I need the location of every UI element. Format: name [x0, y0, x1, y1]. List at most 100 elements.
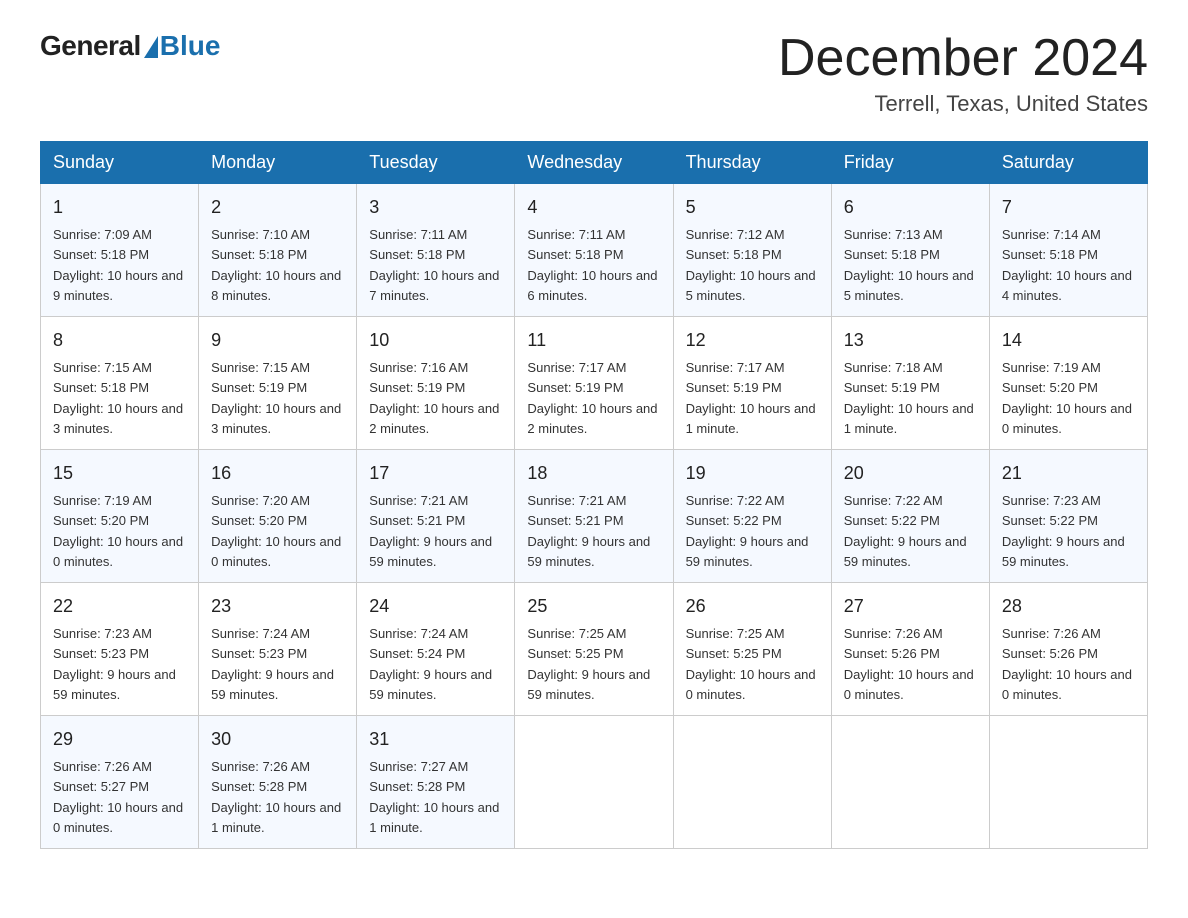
day-number: 28: [1002, 593, 1135, 620]
day-number: 30: [211, 726, 344, 753]
calendar-cell: 8 Sunrise: 7:15 AMSunset: 5:18 PMDaylight…: [41, 317, 199, 450]
day-number: 15: [53, 460, 186, 487]
day-detail: Sunrise: 7:19 AMSunset: 5:20 PMDaylight:…: [1002, 360, 1132, 436]
calendar-cell: [989, 716, 1147, 849]
day-number: 17: [369, 460, 502, 487]
day-detail: Sunrise: 7:26 AMSunset: 5:26 PMDaylight:…: [1002, 626, 1132, 702]
day-detail: Sunrise: 7:19 AMSunset: 5:20 PMDaylight:…: [53, 493, 183, 569]
day-number: 19: [686, 460, 819, 487]
day-number: 21: [1002, 460, 1135, 487]
title-block: December 2024 Terrell, Texas, United Sta…: [778, 30, 1148, 117]
calendar-cell: 19 Sunrise: 7:22 AMSunset: 5:22 PMDayligh…: [673, 450, 831, 583]
day-detail: Sunrise: 7:25 AMSunset: 5:25 PMDaylight:…: [686, 626, 816, 702]
calendar-cell: [831, 716, 989, 849]
logo-triangle-icon: [144, 36, 158, 58]
day-number: 10: [369, 327, 502, 354]
calendar-cell: 17 Sunrise: 7:21 AMSunset: 5:21 PMDayligh…: [357, 450, 515, 583]
calendar-cell: [515, 716, 673, 849]
day-number: 18: [527, 460, 660, 487]
day-number: 12: [686, 327, 819, 354]
calendar-cell: 20 Sunrise: 7:22 AMSunset: 5:22 PMDayligh…: [831, 450, 989, 583]
day-detail: Sunrise: 7:13 AMSunset: 5:18 PMDaylight:…: [844, 227, 974, 303]
calendar-cell: 15 Sunrise: 7:19 AMSunset: 5:20 PMDayligh…: [41, 450, 199, 583]
calendar-week-row: 1Sunrise: 7:09 AMSunset: 5:18 PMDaylight…: [41, 184, 1148, 317]
day-number: 31: [369, 726, 502, 753]
weekday-header-row: SundayMondayTuesdayWednesdayThursdayFrid…: [41, 142, 1148, 184]
day-detail: Sunrise: 7:24 AMSunset: 5:23 PMDaylight:…: [211, 626, 334, 702]
day-detail: Sunrise: 7:26 AMSunset: 5:27 PMDaylight:…: [53, 759, 183, 835]
weekday-header-friday: Friday: [831, 142, 989, 184]
day-number: 2: [211, 194, 344, 221]
day-detail: Sunrise: 7:11 AMSunset: 5:18 PMDaylight:…: [527, 227, 657, 303]
calendar-body: 1Sunrise: 7:09 AMSunset: 5:18 PMDaylight…: [41, 184, 1148, 849]
calendar-header: SundayMondayTuesdayWednesdayThursdayFrid…: [41, 142, 1148, 184]
calendar-cell: 7 Sunrise: 7:14 AMSunset: 5:18 PMDaylight…: [989, 184, 1147, 317]
logo: General Blue: [40, 30, 220, 62]
day-detail: Sunrise: 7:11 AMSunset: 5:18 PMDaylight:…: [369, 227, 499, 303]
calendar-cell: 21Sunrise: 7:23 AMSunset: 5:22 PMDayligh…: [989, 450, 1147, 583]
logo-general-text: General: [40, 30, 141, 62]
day-number: 14: [1002, 327, 1135, 354]
day-detail: Sunrise: 7:10 AMSunset: 5:18 PMDaylight:…: [211, 227, 341, 303]
day-detail: Sunrise: 7:22 AMSunset: 5:22 PMDaylight:…: [686, 493, 809, 569]
calendar-cell: 29 Sunrise: 7:26 AMSunset: 5:27 PMDayligh…: [41, 716, 199, 849]
weekday-header-wednesday: Wednesday: [515, 142, 673, 184]
calendar-cell: 6 Sunrise: 7:13 AMSunset: 5:18 PMDaylight…: [831, 184, 989, 317]
calendar-cell: [673, 716, 831, 849]
calendar-cell: 13 Sunrise: 7:18 AMSunset: 5:19 PMDayligh…: [831, 317, 989, 450]
calendar-cell: 11 Sunrise: 7:17 AMSunset: 5:19 PMDayligh…: [515, 317, 673, 450]
weekday-header-monday: Monday: [199, 142, 357, 184]
day-number: 13: [844, 327, 977, 354]
day-detail: Sunrise: 7:22 AMSunset: 5:22 PMDaylight:…: [844, 493, 967, 569]
day-detail: Sunrise: 7:21 AMSunset: 5:21 PMDaylight:…: [527, 493, 650, 569]
weekday-header-tuesday: Tuesday: [357, 142, 515, 184]
day-number: 8: [53, 327, 186, 354]
day-number: 27: [844, 593, 977, 620]
calendar-cell: 30 Sunrise: 7:26 AMSunset: 5:28 PMDayligh…: [199, 716, 357, 849]
day-number: 29: [53, 726, 186, 753]
day-number: 6: [844, 194, 977, 221]
day-detail: Sunrise: 7:15 AMSunset: 5:19 PMDaylight:…: [211, 360, 341, 436]
calendar-week-row: 22 Sunrise: 7:23 AMSunset: 5:23 PMDayligh…: [41, 583, 1148, 716]
month-title: December 2024: [778, 30, 1148, 87]
day-number: 1: [53, 194, 186, 221]
day-detail: Sunrise: 7:17 AMSunset: 5:19 PMDaylight:…: [527, 360, 657, 436]
day-detail: Sunrise: 7:15 AMSunset: 5:18 PMDaylight:…: [53, 360, 183, 436]
day-detail: Sunrise: 7:26 AMSunset: 5:28 PMDaylight:…: [211, 759, 341, 835]
day-number: 5: [686, 194, 819, 221]
calendar-table: SundayMondayTuesdayWednesdayThursdayFrid…: [40, 141, 1148, 849]
day-detail: Sunrise: 7:16 AMSunset: 5:19 PMDaylight:…: [369, 360, 499, 436]
day-detail: Sunrise: 7:18 AMSunset: 5:19 PMDaylight:…: [844, 360, 974, 436]
calendar-cell: 27Sunrise: 7:26 AMSunset: 5:26 PMDayligh…: [831, 583, 989, 716]
logo-top: General Blue: [40, 30, 220, 62]
day-number: 22: [53, 593, 186, 620]
calendar-cell: 23Sunrise: 7:24 AMSunset: 5:23 PMDayligh…: [199, 583, 357, 716]
weekday-header-saturday: Saturday: [989, 142, 1147, 184]
calendar-cell: 9 Sunrise: 7:15 AMSunset: 5:19 PMDaylight…: [199, 317, 357, 450]
calendar-week-row: 15 Sunrise: 7:19 AMSunset: 5:20 PMDayligh…: [41, 450, 1148, 583]
day-number: 11: [527, 327, 660, 354]
day-number: 20: [844, 460, 977, 487]
calendar-cell: 18 Sunrise: 7:21 AMSunset: 5:21 PMDayligh…: [515, 450, 673, 583]
calendar-cell: 2 Sunrise: 7:10 AMSunset: 5:18 PMDaylight…: [199, 184, 357, 317]
day-detail: Sunrise: 7:14 AMSunset: 5:18 PMDaylight:…: [1002, 227, 1132, 303]
day-detail: Sunrise: 7:17 AMSunset: 5:19 PMDaylight:…: [686, 360, 816, 436]
calendar-cell: 26Sunrise: 7:25 AMSunset: 5:25 PMDayligh…: [673, 583, 831, 716]
calendar-cell: 16Sunrise: 7:20 AMSunset: 5:20 PMDayligh…: [199, 450, 357, 583]
day-number: 9: [211, 327, 344, 354]
day-detail: Sunrise: 7:25 AMSunset: 5:25 PMDaylight:…: [527, 626, 650, 702]
calendar-cell: 3Sunrise: 7:11 AMSunset: 5:18 PMDaylight…: [357, 184, 515, 317]
day-detail: Sunrise: 7:21 AMSunset: 5:21 PMDaylight:…: [369, 493, 492, 569]
day-detail: Sunrise: 7:27 AMSunset: 5:28 PMDaylight:…: [369, 759, 499, 835]
day-detail: Sunrise: 7:23 AMSunset: 5:23 PMDaylight:…: [53, 626, 176, 702]
calendar-week-row: 8 Sunrise: 7:15 AMSunset: 5:18 PMDaylight…: [41, 317, 1148, 450]
day-detail: Sunrise: 7:12 AMSunset: 5:18 PMDaylight:…: [686, 227, 816, 303]
calendar-cell: 4Sunrise: 7:11 AMSunset: 5:18 PMDaylight…: [515, 184, 673, 317]
calendar-cell: 22 Sunrise: 7:23 AMSunset: 5:23 PMDayligh…: [41, 583, 199, 716]
calendar-cell: 24Sunrise: 7:24 AMSunset: 5:24 PMDayligh…: [357, 583, 515, 716]
day-detail: Sunrise: 7:24 AMSunset: 5:24 PMDaylight:…: [369, 626, 492, 702]
day-number: 16: [211, 460, 344, 487]
calendar-cell: 10 Sunrise: 7:16 AMSunset: 5:19 PMDayligh…: [357, 317, 515, 450]
day-number: 7: [1002, 194, 1135, 221]
calendar-cell: 25Sunrise: 7:25 AMSunset: 5:25 PMDayligh…: [515, 583, 673, 716]
